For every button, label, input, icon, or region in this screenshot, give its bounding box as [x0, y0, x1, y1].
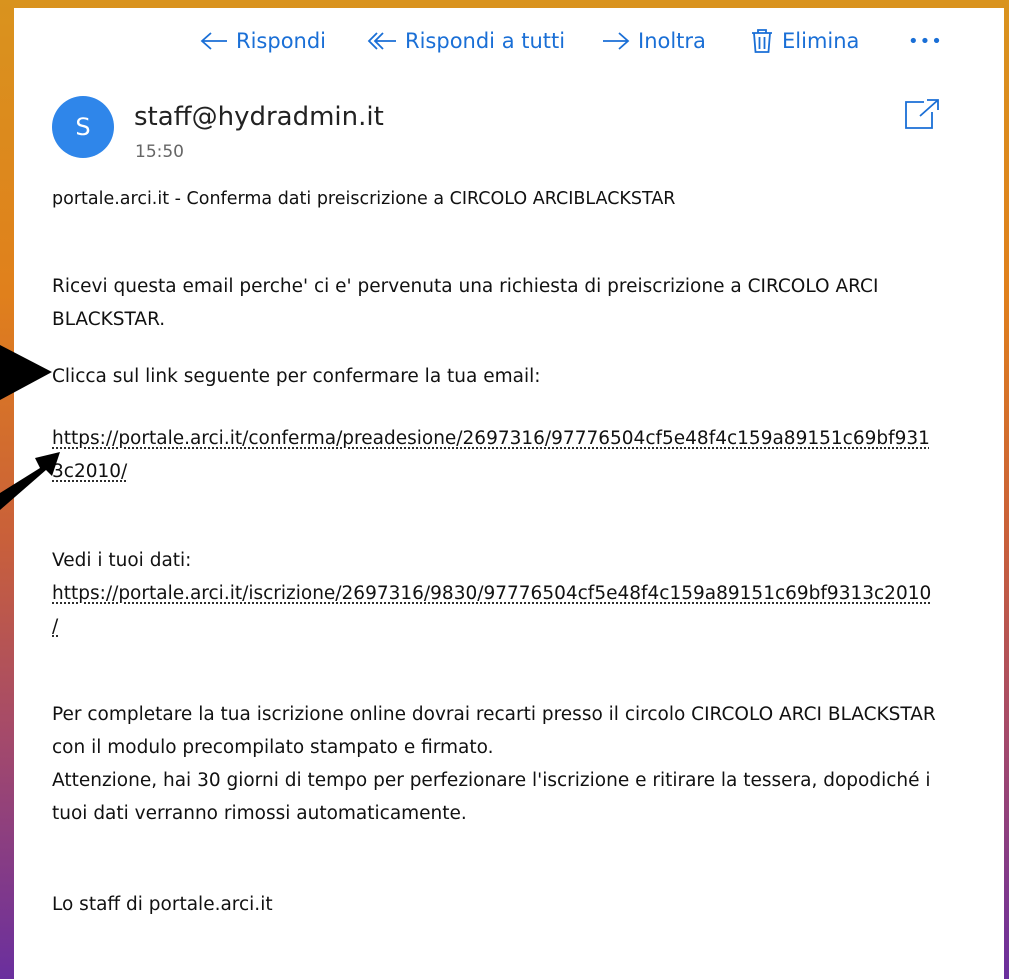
data-link-line2[interactable]: /: [52, 616, 58, 637]
warning-line2: tuoi dati verranno rimossi automaticamen…: [52, 803, 467, 824]
confirm-link-line1[interactable]: https://portale.arci.it/conferma/preades…: [52, 428, 930, 449]
email-reading-pane: Rispondi Rispondi a tutti Inoltra Elimin…: [14, 8, 1004, 979]
message-toolbar: Rispondi Rispondi a tutti Inoltra Elimin…: [14, 8, 1004, 72]
double-arrow-left-icon: [367, 32, 396, 50]
message-subject: portale.arci.it - Conferma dati preiscri…: [52, 189, 676, 209]
delete-label: Elimina: [782, 29, 860, 53]
data-link-line1[interactable]: https://portale.arci.it/iscrizione/26973…: [52, 583, 931, 604]
more-actions-button[interactable]: •••: [908, 28, 943, 54]
reply-all-label: Rispondi a tutti: [405, 29, 566, 53]
avatar-initial: S: [75, 113, 91, 141]
complete-line1: Per completare la tua iscrizione online …: [52, 704, 936, 725]
view-data-label: Vedi i tuoi dati:: [52, 550, 192, 571]
body-intro-line1: Ricevi questa email perche' ci e' perven…: [52, 276, 879, 297]
reply-button[interactable]: Rispondi: [200, 28, 326, 54]
body-intro: Ricevi questa email perche' ci e' perven…: [52, 270, 997, 336]
confirm-prompt: Clicca sul link seguente per confermare …: [52, 366, 541, 387]
forward-label: Inoltra: [638, 29, 706, 53]
warning-line1: Attenzione, hai 30 giorni di tempo per p…: [52, 770, 931, 791]
signature: Lo staff di portale.arci.it: [52, 894, 273, 915]
trash-icon: [752, 29, 772, 53]
confirm-link-line2[interactable]: 3c2010/: [52, 461, 127, 482]
view-data-section: Vedi i tuoi dati: https://portale.arci.i…: [52, 544, 997, 643]
more-icon: •••: [908, 30, 943, 52]
forward-button[interactable]: Inoltra: [602, 28, 706, 54]
complete-line2: con il modulo precompilato stampato e fi…: [52, 737, 494, 758]
arrow-left-icon: [200, 32, 227, 50]
body-intro-line2: BLACKSTAR.: [52, 309, 166, 330]
open-in-new-window-icon[interactable]: [904, 98, 940, 130]
sender-address[interactable]: staff@hydradmin.it: [134, 102, 384, 132]
arrow-right-icon: [603, 32, 630, 50]
completion-instructions: Per completare la tua iscrizione online …: [52, 698, 997, 830]
confirm-link[interactable]: https://portale.arci.it/conferma/preades…: [52, 422, 997, 488]
reply-all-button[interactable]: Rispondi a tutti: [367, 28, 565, 54]
reply-label: Rispondi: [236, 29, 327, 53]
message-time: 15:50: [135, 142, 184, 162]
delete-button[interactable]: Elimina: [750, 28, 859, 54]
avatar: S: [52, 96, 114, 158]
